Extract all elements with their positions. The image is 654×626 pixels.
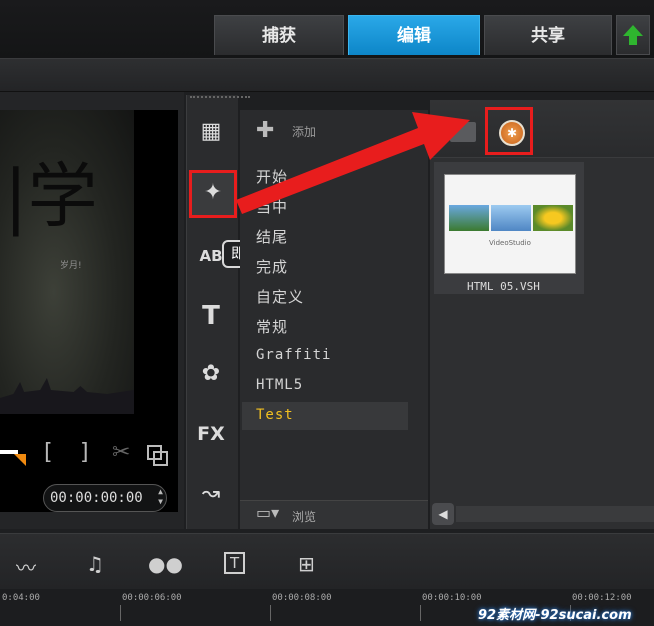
watermark: 92素材网-92sucai.com (478, 608, 632, 623)
ruler-tick-label: 00:00:10:00 (422, 593, 482, 603)
timecode-value: 00:00:00:00 (50, 490, 143, 506)
tab-share[interactable]: 共享 (484, 15, 612, 55)
add-label[interactable]: 添加 (292, 123, 316, 140)
video-frame: |学 岁月! (0, 110, 134, 414)
grid-icon[interactable]: ⊞ (298, 552, 315, 576)
category-item[interactable]: 结尾 (256, 226, 288, 247)
category-item[interactable]: 常规 (256, 316, 288, 337)
instant-project-icon[interactable]: ✦ (189, 170, 237, 218)
upload-button[interactable] (616, 15, 650, 55)
browse-icon[interactable]: ▭▾ (256, 503, 284, 523)
mark-in-icon[interactable]: [ (44, 440, 53, 465)
menu-strip (0, 58, 654, 92)
category-item-selected[interactable]: Test (256, 407, 294, 423)
frame-caption: 岁月! (60, 261, 82, 271)
ruler-tick (420, 605, 421, 621)
calligraphy-text: |学 (4, 155, 98, 237)
thumbnail-image[interactable]: VideoStudio (444, 174, 576, 274)
tab-edit[interactable]: 编辑 (348, 15, 480, 55)
copy-icon[interactable] (146, 444, 170, 468)
category-item[interactable]: Graffiti (256, 347, 331, 363)
graphics-icon[interactable]: ✿ (193, 356, 229, 392)
thumb-photo (449, 205, 489, 231)
timecode-stepper-icon[interactable]: ▲ ▼ (158, 487, 163, 507)
ruler-tick-label: 0:04:00 (2, 593, 40, 603)
thumb-label: VideoStudio (489, 239, 531, 247)
category-item[interactable]: 当中 (256, 196, 288, 217)
sort-icon[interactable]: ✱ (499, 120, 525, 146)
thumb-photo (491, 205, 531, 231)
path-icon[interactable]: ↝ (193, 476, 229, 512)
category-item[interactable]: HTML5 (256, 377, 303, 393)
audio-wave-icon[interactable]: 〰 (16, 552, 36, 581)
browse-label[interactable]: 浏览 (292, 508, 316, 525)
ruler-tick-label: 00:00:08:00 (272, 593, 332, 603)
mark-out-icon[interactable]: ] (80, 440, 89, 465)
thumb-photo (533, 205, 573, 231)
horizontal-scrollbar[interactable] (456, 506, 654, 522)
ruler-tick-label: 00:00:06:00 (122, 593, 182, 603)
ruler-tick-label: 00:00:12:00 (572, 593, 632, 603)
timecode-field[interactable]: 00:00:00:00 ▲ ▼ (43, 484, 167, 512)
thumbnail-caption: HTML 05.VSH (467, 280, 540, 293)
fx-icon[interactable]: FX (193, 416, 229, 452)
trim-marker-icon[interactable] (0, 448, 28, 468)
category-item[interactable]: 开始 (256, 166, 288, 187)
category-item[interactable]: 自定义 (256, 286, 304, 307)
ruler-tick (270, 605, 271, 621)
folder-icon[interactable] (450, 122, 476, 142)
text-icon[interactable]: T (193, 298, 229, 334)
category-item[interactable]: 完成 (256, 256, 288, 277)
ruler-tick (120, 605, 121, 621)
scroll-left-icon[interactable]: ◀ (432, 503, 454, 525)
media-icon[interactable]: ▦ (193, 114, 229, 150)
tab-capture[interactable]: 捕获 (214, 15, 344, 55)
skyline-silhouette (0, 378, 134, 414)
music-icon[interactable]: ♫ (86, 552, 104, 576)
scissors-icon[interactable]: ✂ (112, 440, 130, 465)
overlay-icon[interactable]: ●● (148, 552, 183, 576)
add-icon[interactable]: ✚ (256, 118, 274, 143)
upload-arrow-icon (623, 25, 643, 45)
title-icon[interactable]: T (224, 552, 246, 574)
panel-grip[interactable] (190, 96, 250, 100)
